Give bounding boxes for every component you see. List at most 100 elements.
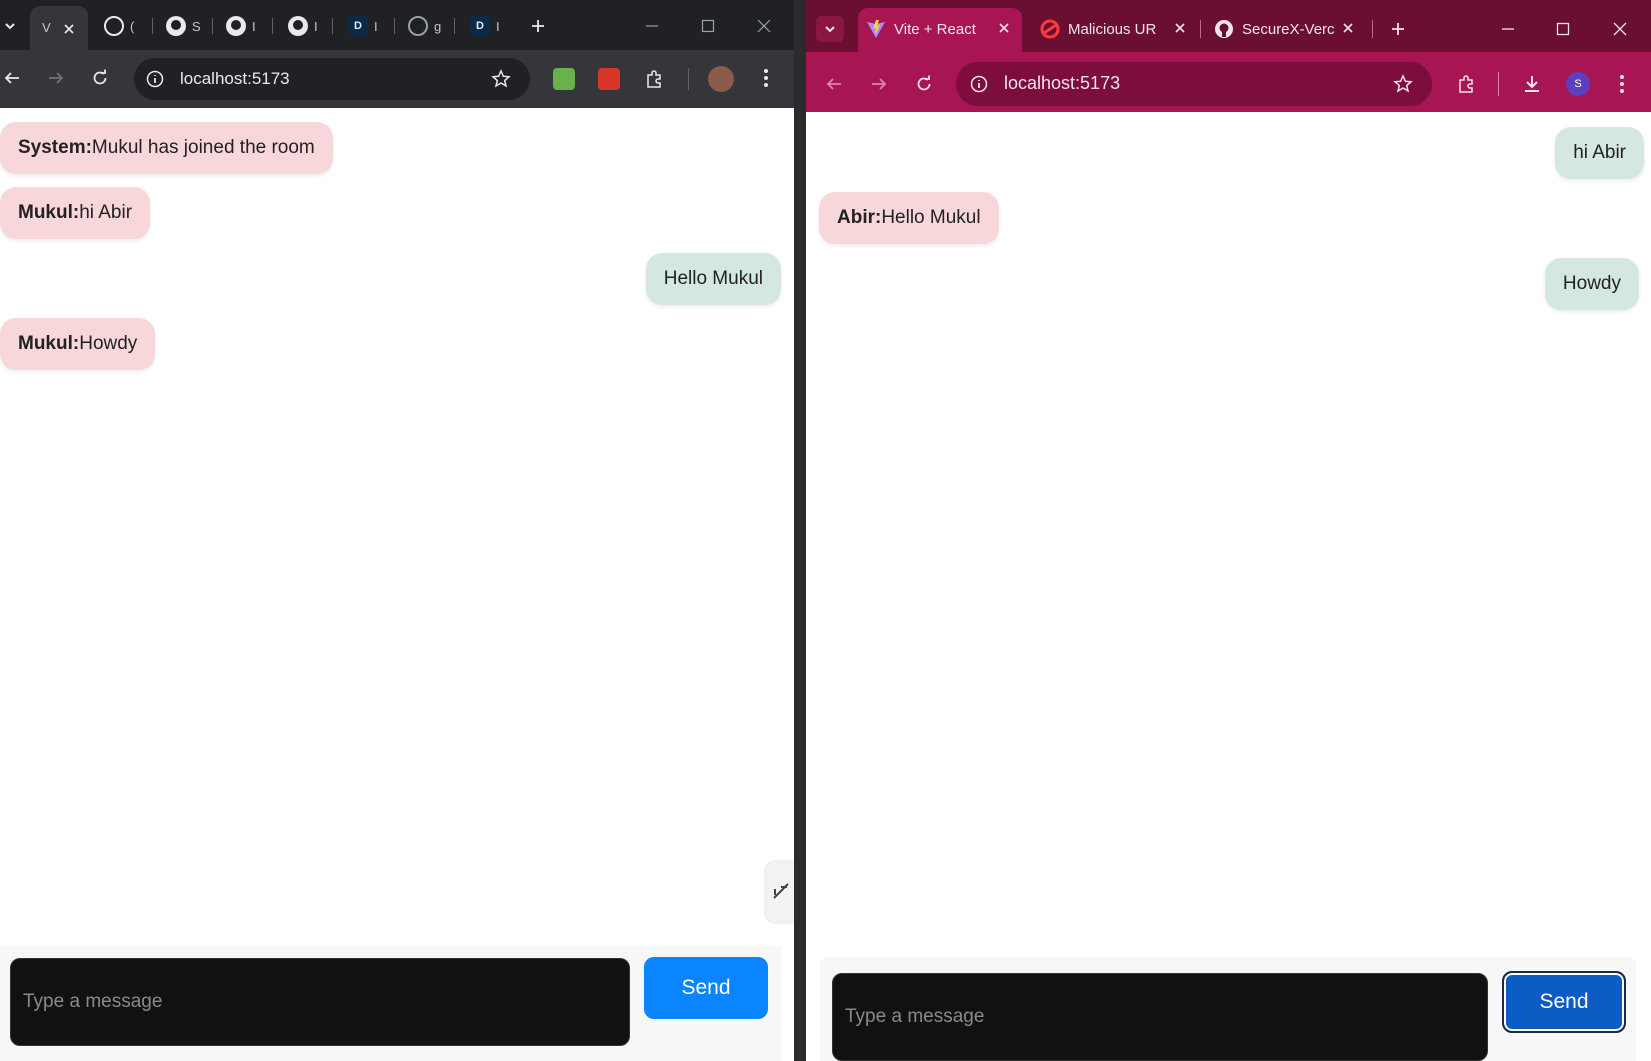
tab-vite-react[interactable]: Vite + React <box>866 17 976 41</box>
avatar[interactable]: S <box>1566 72 1590 96</box>
menu-button[interactable] <box>1610 72 1634 96</box>
close-icon[interactable] <box>60 20 78 38</box>
toolbar-divider <box>688 68 689 90</box>
tab-label: I <box>314 18 318 34</box>
chevron-down-icon <box>823 22 837 36</box>
tab-github-2[interactable]: I <box>226 14 256 38</box>
message-bubble: Abir:Hello Mukul <box>819 192 999 244</box>
tab-label: SecureX-Verc <box>1242 20 1335 38</box>
site-info-icon[interactable] <box>968 73 990 95</box>
tab-github-3[interactable]: I <box>288 14 318 38</box>
message-input[interactable] <box>832 973 1488 1061</box>
tab-label: Vite + React <box>894 20 976 38</box>
message-text: Howdy <box>79 333 138 354</box>
extension-grass-icon[interactable] <box>553 68 575 90</box>
chatgpt-icon <box>104 16 124 36</box>
close-tab-button[interactable] <box>994 18 1014 38</box>
menu-button[interactable] <box>754 66 778 90</box>
new-tab-button[interactable] <box>526 14 550 38</box>
plus-icon <box>532 20 544 32</box>
close-icon <box>1613 22 1627 36</box>
github-icon <box>166 16 186 36</box>
downloads-button[interactable] <box>1520 72 1544 96</box>
forward-button[interactable] <box>44 66 68 90</box>
github-icon <box>226 16 246 36</box>
forward-button[interactable] <box>867 72 891 96</box>
message-sender: Mukul: <box>18 202 80 223</box>
shield-icon <box>1040 19 1060 39</box>
close-tab-button[interactable] <box>1170 18 1190 38</box>
close-window-button[interactable] <box>1608 17 1632 41</box>
message-sender: Abir: <box>837 207 882 228</box>
avatar[interactable] <box>708 66 734 92</box>
right-browser-window: Vite + React Malicious UR SecureX-Verc l… <box>806 0 1651 1061</box>
maximize-icon <box>1556 22 1570 36</box>
tab-strip: Vite + React Malicious UR SecureX-Verc <box>806 0 1651 52</box>
tab-securex[interactable]: SecureX-Verc <box>1214 17 1335 41</box>
github-icon <box>1214 19 1234 39</box>
tab-active[interactable]: V <box>30 6 88 50</box>
side-panel-handle[interactable] <box>766 862 794 922</box>
tab-globe[interactable]: g <box>408 14 441 38</box>
tab-label: S <box>192 18 201 34</box>
maximize-icon <box>701 19 715 33</box>
close-icon <box>757 19 771 33</box>
tab-separator <box>454 18 455 34</box>
minimize-icon <box>646 25 658 27</box>
minimize-button[interactable] <box>1496 17 1520 41</box>
chat-messages: hi Abir Abir:Hello Mukul Howdy <box>806 112 1651 957</box>
tab-label: ( <box>130 18 135 34</box>
back-button[interactable] <box>0 66 24 90</box>
close-window-button[interactable] <box>752 14 776 38</box>
more-vertical-icon <box>1620 75 1624 93</box>
tab-d-1[interactable]: D I <box>348 14 378 38</box>
site-info-icon[interactable] <box>144 68 166 90</box>
tab-search-button[interactable] <box>816 16 844 42</box>
tab-malicious-url[interactable]: Malicious UR <box>1040 17 1156 41</box>
message-bubble: Mukul:Howdy <box>0 318 156 370</box>
bookmark-star-icon[interactable] <box>1392 73 1414 95</box>
back-button[interactable] <box>822 72 846 96</box>
more-vertical-icon <box>764 69 768 87</box>
close-icon <box>1175 23 1185 33</box>
puzzle-icon <box>647 70 661 88</box>
tab-label: V <box>42 20 51 35</box>
tab-separator <box>212 18 213 34</box>
message-bubble: Mukul:hi Abir <box>0 187 151 239</box>
github-icon <box>288 16 308 36</box>
address-bar[interactable]: localhost:5173 <box>956 62 1432 106</box>
chat-messages: System:Mukul has joined the room Mukul:h… <box>0 108 794 946</box>
message-text: Howdy <box>1562 273 1621 294</box>
d-site-icon: D <box>348 16 368 36</box>
tab-search-button[interactable] <box>0 14 20 38</box>
tab-separator <box>332 18 333 34</box>
reload-button[interactable] <box>88 66 112 90</box>
bookmark-star-icon[interactable] <box>490 68 512 90</box>
maximize-button[interactable] <box>696 14 720 38</box>
message-input[interactable] <box>10 958 630 1046</box>
address-bar[interactable]: localhost:5173 <box>134 58 530 100</box>
reload-icon <box>93 69 107 85</box>
url-text: localhost:5173 <box>1004 73 1121 93</box>
vite-icon <box>866 19 886 39</box>
send-button[interactable]: Send <box>1502 971 1626 1033</box>
extension-paw-icon[interactable] <box>598 68 620 90</box>
extensions-button[interactable] <box>642 67 666 91</box>
left-browser-window: V ( S I I D I g D I localhost:5173 Syste… <box>0 0 794 1061</box>
extensions-button[interactable] <box>1454 72 1478 96</box>
reload-button[interactable] <box>912 72 936 96</box>
tab-chatgpt[interactable]: ( <box>104 14 134 38</box>
new-tab-button[interactable] <box>1386 17 1410 41</box>
minimize-button[interactable] <box>640 14 664 38</box>
send-button[interactable]: Send <box>644 957 768 1019</box>
globe-icon <box>408 16 428 36</box>
tab-label: I <box>374 18 378 34</box>
message-text: hi Abir <box>79 202 133 223</box>
tab-d-2[interactable]: D I <box>470 14 500 38</box>
close-tab-button[interactable] <box>1338 18 1358 38</box>
tab-separator <box>152 18 153 34</box>
message-text: hi Abir <box>1573 142 1626 163</box>
tab-github-1[interactable]: S <box>166 14 201 38</box>
maximize-button[interactable] <box>1551 17 1575 41</box>
close-icon <box>999 23 1009 33</box>
